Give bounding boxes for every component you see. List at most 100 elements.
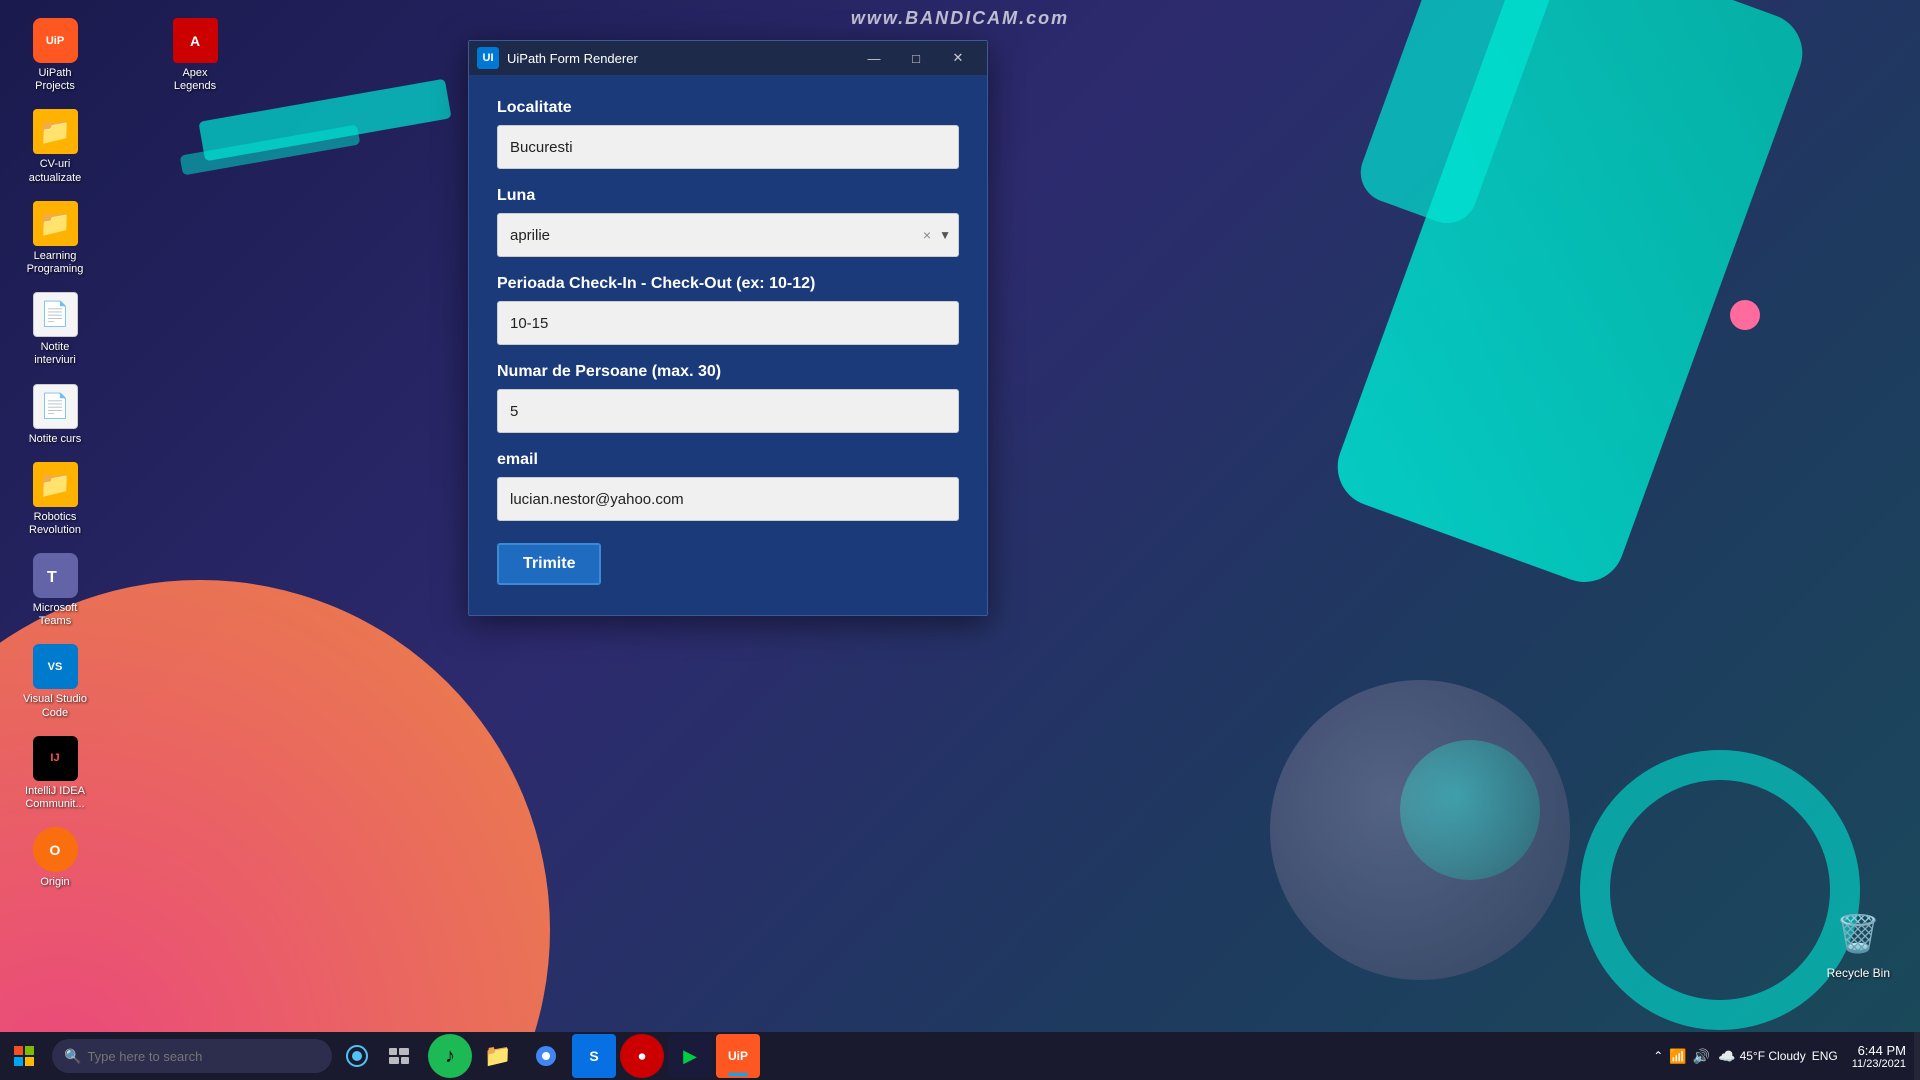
deco-shape (1270, 680, 1570, 980)
deco-shape (1730, 300, 1760, 330)
skyscanner-icon: S (589, 1048, 598, 1064)
form-group-luna: Luna ianuarie februarie martie aprilie m… (497, 187, 959, 257)
perioada-label: Perioada Check-In - Check-Out (ex: 10-12… (497, 275, 959, 293)
obs-icon: ⏺ (639, 1048, 646, 1065)
uipath-window: UI UiPath Form Renderer — □ ✕ Localitate… (468, 40, 988, 616)
learning-icon: 📁 (33, 201, 78, 246)
clock-date: 11/23/2021 (1852, 1058, 1906, 1070)
uipath-projects-icon: UiP (33, 18, 78, 63)
taskbar-obs[interactable]: ⏺ (620, 1034, 664, 1078)
taskbar-file-explorer[interactable]: 📁 (476, 1034, 520, 1078)
taskbar: 🔍 ♪ 📁 S (0, 1032, 1920, 1080)
form-group-email: email (497, 451, 959, 521)
trimite-button[interactable]: Trimite (497, 543, 601, 585)
perioada-input[interactable] (497, 301, 959, 345)
desktop-icon-notite[interactable]: 📄 Notiteinterviuri (10, 284, 100, 375)
luna-select-wrapper: ianuarie februarie martie aprilie mai iu… (497, 213, 959, 257)
origin-icon: O (33, 827, 78, 872)
spotify-icon: ♪ (445, 1045, 455, 1068)
taskbar-chrome[interactable] (524, 1034, 568, 1078)
taskbar-skyscanner[interactable]: S (572, 1034, 616, 1078)
taskbar-search[interactable]: 🔍 (52, 1039, 332, 1073)
email-label: email (497, 451, 959, 469)
cv-uri-label: CV-uriactualizate (29, 158, 82, 184)
window-content: Localitate Luna ianuarie februarie marti… (469, 75, 987, 615)
desktop-icon-robotics[interactable]: 📁 RoboticsRevolution (10, 454, 100, 545)
taskbar-spotify[interactable]: ♪ (428, 1034, 472, 1078)
recycle-bin-label: Recycle Bin (1827, 966, 1890, 980)
desktop-icon-origin[interactable]: O Origin (10, 819, 100, 897)
search-input[interactable] (87, 1049, 307, 1064)
uipath-projects-label: UiPathProjects (35, 67, 75, 93)
close-button[interactable]: ✕ (937, 41, 979, 75)
maximize-button[interactable]: □ (895, 41, 937, 75)
recycle-bin-icon: 🗑️ (1831, 907, 1886, 962)
select-clear-icon[interactable]: × (923, 227, 931, 243)
network-icon: 📶 (1669, 1048, 1686, 1065)
teams-icon: T (33, 553, 78, 598)
weather-icon: ☁️ (1718, 1048, 1735, 1065)
uipath-taskbar-icon: UiP (728, 1049, 748, 1063)
task-view-button[interactable] (378, 1032, 420, 1080)
file-explorer-icon: 📁 (484, 1043, 511, 1069)
show-desktop-button[interactable] (1914, 1032, 1920, 1080)
numar-input[interactable] (497, 389, 959, 433)
localitate-label: Localitate (497, 99, 959, 117)
window-title-text: UiPath Form Renderer (507, 51, 853, 66)
minimize-button[interactable]: — (853, 41, 895, 75)
chevron-up-icon[interactable]: ⌃ (1653, 1049, 1663, 1063)
taskbar-uipath[interactable]: UiP (716, 1034, 760, 1078)
desktop: www.BANDICAM.com UiP UiPathProjects 📁 CV… (0, 0, 1920, 1080)
desktop-icon-uipath-projects[interactable]: UiP UiPathProjects (10, 10, 100, 101)
desktop-icon-vscode[interactable]: VS Visual StudioCode (10, 636, 100, 727)
apex-icon: A (173, 18, 218, 63)
taskbar-clock[interactable]: 6:44 PM 11/23/2021 (1844, 1043, 1914, 1070)
luna-select[interactable]: ianuarie februarie martie aprilie mai iu… (497, 213, 959, 257)
window-title-icon: UI (477, 47, 499, 69)
desktop-icon-apex[interactable]: A ApexLegends (150, 10, 240, 101)
robotics-label: RoboticsRevolution (29, 511, 81, 537)
volume-icon: 🔊 (1693, 1048, 1710, 1065)
desktop-icon-notite-curs[interactable]: 📄 Notite curs (10, 376, 100, 454)
teams-label: MicrosoftTeams (33, 602, 78, 628)
cv-uri-icon: 📁 (33, 109, 78, 154)
numar-label: Numar de Persoane (max. 30) (497, 363, 959, 381)
notite-label: Notiteinterviuri (34, 341, 76, 367)
localitate-input[interactable] (497, 125, 959, 169)
origin-label: Origin (40, 876, 69, 889)
deco-shape (1580, 750, 1860, 1030)
desktop-icon-cv-uri[interactable]: 📁 CV-uriactualizate (10, 101, 100, 192)
form-group-perioada: Perioada Check-In - Check-Out (ex: 10-12… (497, 275, 959, 345)
vscode-icon: VS (33, 644, 78, 689)
window-controls: — □ ✕ (853, 41, 979, 75)
weather-info: ☁️ 45°F Cloudy (1718, 1048, 1806, 1065)
notite-curs-icon: 📄 (33, 384, 78, 429)
desktop-icons-container: UiP UiPathProjects 📁 CV-uriactualizate 📁… (10, 10, 290, 960)
search-icon: 🔍 (64, 1048, 81, 1065)
desktop-icon-teams[interactable]: T MicrosoftTeams (10, 545, 100, 636)
desktop-icon-learning[interactable]: 📁 LearningPrograming (10, 193, 100, 284)
intellij-icon: IJ (33, 736, 78, 781)
sys-tray: ⌃ 📶 🔊 (1645, 1048, 1718, 1065)
clock-time: 6:44 PM (1852, 1043, 1906, 1058)
apex-label: ApexLegends (174, 67, 216, 93)
form-group-numar: Numar de Persoane (max. 30) (497, 363, 959, 433)
notite-curs-label: Notite curs (29, 433, 82, 446)
weather-text: 45°F Cloudy (1740, 1049, 1806, 1063)
window-titlebar[interactable]: UI UiPath Form Renderer — □ ✕ (469, 41, 987, 75)
taskbar-media[interactable]: ▶ (668, 1034, 712, 1078)
svg-text:T: T (47, 569, 57, 586)
notite-icon: 📄 (33, 292, 78, 337)
desktop-icon-intellij[interactable]: IJ IntelliJ IDEACommunit... (10, 728, 100, 819)
chrome-icon (534, 1044, 558, 1068)
language-indicator: ENG (1806, 1049, 1844, 1063)
intellij-label: IntelliJ IDEACommunit... (25, 785, 85, 811)
recycle-bin[interactable]: 🗑️ Recycle Bin (1827, 907, 1890, 980)
media-icon: ▶ (683, 1046, 697, 1067)
cortana-button[interactable] (336, 1032, 378, 1080)
bandicam-watermark: www.BANDICAM.com (851, 8, 1069, 29)
start-button[interactable] (0, 1032, 48, 1080)
form-group-localitate: Localitate (497, 99, 959, 169)
learning-label: LearningPrograming (27, 250, 84, 276)
email-input[interactable] (497, 477, 959, 521)
